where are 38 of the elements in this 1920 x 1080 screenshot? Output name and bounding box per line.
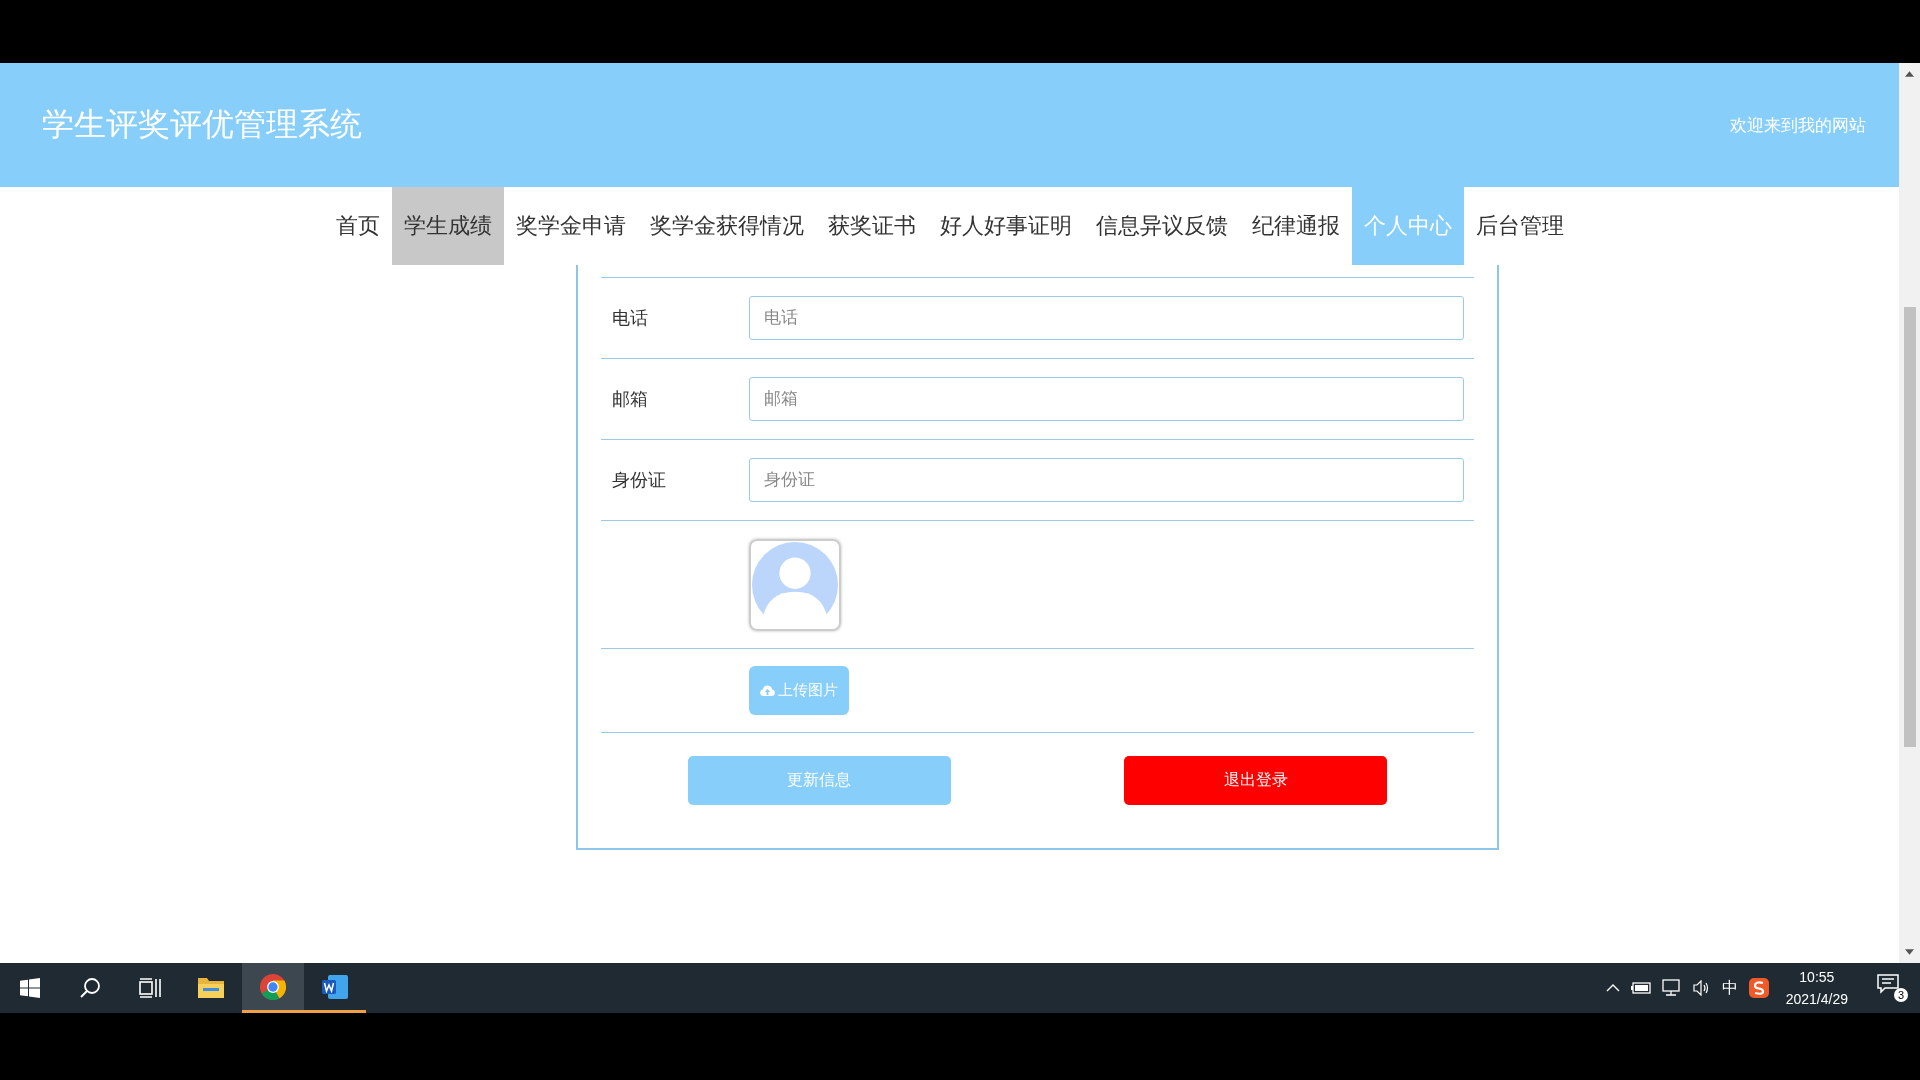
field-label: 电话 bbox=[611, 307, 649, 330]
nav-item[interactable]: 首页 bbox=[323, 187, 392, 265]
site-title: 学生评奖评优管理系统 bbox=[42, 105, 362, 144]
nav-item[interactable]: 纪律通报 bbox=[1239, 187, 1352, 265]
input-field[interactable]: 邮箱 bbox=[749, 377, 1464, 421]
battery-icon[interactable] bbox=[1630, 982, 1651, 994]
scroll-down-arrow-icon[interactable] bbox=[1905, 949, 1914, 955]
scrollbar[interactable] bbox=[1899, 63, 1920, 963]
action-button[interactable]: 退出登录 bbox=[1124, 756, 1388, 805]
clock[interactable]: 10:55 2021/4/29 bbox=[1785, 966, 1848, 1010]
field-label: 邮箱 bbox=[611, 388, 649, 411]
time-text: 10:55 bbox=[1799, 968, 1835, 987]
field-label: 身份证 bbox=[611, 469, 667, 492]
message-icon bbox=[1877, 974, 1899, 994]
input-field[interactable]: 身份证 bbox=[749, 458, 1464, 502]
welcome-text: 欢迎来到我的网站 bbox=[1730, 114, 1866, 137]
taskbar-app[interactable] bbox=[242, 963, 304, 1013]
nav-item[interactable]: 获奖证书 bbox=[815, 187, 928, 265]
date-text: 2021/4/29 bbox=[1785, 990, 1848, 1009]
browser-icon bbox=[260, 973, 286, 1000]
nav-item[interactable]: 奖学金获得情况 bbox=[637, 187, 816, 265]
scroll-up-arrow-icon[interactable] bbox=[1905, 71, 1914, 77]
nav-item[interactable]: 奖学金申请 bbox=[503, 187, 638, 265]
input-method-indicator[interactable]: 中 bbox=[1721, 977, 1738, 999]
scroll-thumb[interactable] bbox=[1903, 307, 1916, 747]
folder-icon bbox=[198, 975, 224, 998]
cloud-upload-icon bbox=[760, 685, 775, 696]
nav-item[interactable]: 信息异议反馈 bbox=[1083, 187, 1240, 265]
document-app-icon bbox=[322, 974, 348, 999]
nav-item[interactable]: 学生成绩 bbox=[391, 187, 504, 265]
chevron-up-icon[interactable] bbox=[1605, 984, 1620, 992]
notification-button[interactable]: 3 bbox=[1877, 974, 1908, 1002]
input-app-icon[interactable] bbox=[1748, 978, 1769, 998]
speaker-icon[interactable] bbox=[1692, 980, 1711, 996]
nav-item[interactable]: 后台管理 bbox=[1463, 187, 1576, 265]
nav-item[interactable]: 好人好事证明 bbox=[927, 187, 1084, 265]
notification-count: 3 bbox=[1894, 988, 1908, 1002]
input-field[interactable]: 电话 bbox=[749, 296, 1464, 340]
